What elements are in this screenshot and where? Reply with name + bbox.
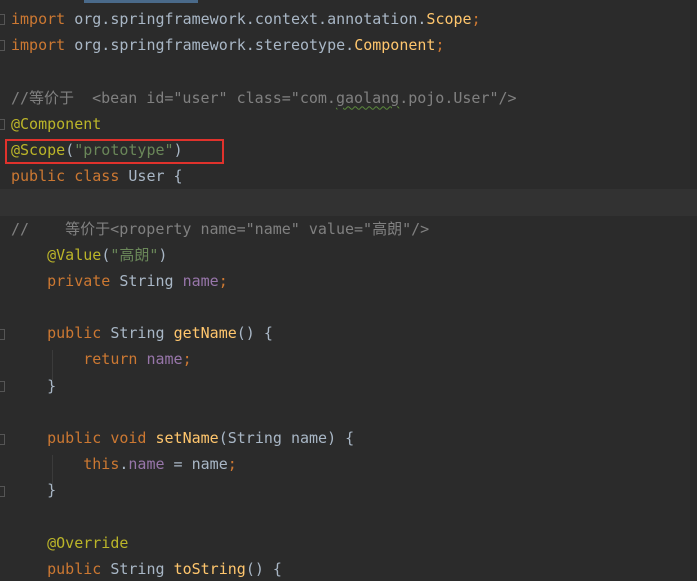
annotation-override: @Override <box>11 533 129 552</box>
method-params: () { <box>245 559 282 578</box>
code-line-22[interactable]: public String toString() { <box>0 556 697 581</box>
paren: ( <box>65 140 75 159</box>
code-line-6[interactable]: @Scope("prototype") <box>0 137 697 163</box>
field-name: name <box>128 455 165 474</box>
code-line-5[interactable]: @Component <box>0 111 697 137</box>
keyword: private <box>11 271 120 290</box>
field-name: name <box>146 350 183 369</box>
code-line-16[interactable] <box>0 399 697 425</box>
keyword: return <box>11 350 147 369</box>
code-line-15[interactable]: } <box>0 373 697 399</box>
comment: //等价于 <bean id="user" class="com. <box>11 88 336 107</box>
code-line-3[interactable] <box>0 58 697 84</box>
semicolon: ; <box>471 10 481 28</box>
keyword: public class <box>11 167 129 186</box>
code-line-17[interactable]: public void setName(String name) { <box>0 425 697 451</box>
method-name: toString <box>173 559 246 578</box>
annotation-component: @Component <box>11 114 102 133</box>
semicolon: ; <box>218 271 228 290</box>
code-editor[interactable]: import org.springframework.context.annot… <box>0 0 697 581</box>
string-literal: "高朗" <box>110 245 159 264</box>
code-line-7[interactable]: public class User { <box>0 163 697 189</box>
keyword: public <box>11 559 111 578</box>
code-line-13[interactable]: public String getName() { <box>0 320 697 346</box>
annotation-value: @Value <box>11 245 102 264</box>
keyword: this <box>11 455 120 474</box>
method-name: getName <box>173 324 237 343</box>
keyword: import <box>11 36 75 55</box>
comment: // 等价于<property name="name" value="高朗"/> <box>11 219 430 238</box>
class-name: Component <box>354 36 436 55</box>
type-name: String <box>119 271 183 290</box>
package-path: org.springframework.stereotype. <box>74 36 355 55</box>
package-path: org.springframework.context.annotation. <box>74 10 427 28</box>
code-line-10[interactable]: @Value("高朗") <box>0 242 697 268</box>
field-name: name <box>182 271 219 290</box>
code-line-20[interactable] <box>0 504 697 530</box>
method-params: (String name) { <box>218 429 355 447</box>
code-line-2[interactable]: import org.springframework.stereotype.Co… <box>0 32 697 58</box>
keyword: public <box>11 324 111 343</box>
code-line-11[interactable]: private String name; <box>0 268 697 294</box>
editor-tab-indicator <box>84 0 198 3</box>
code-line-12[interactable] <box>0 294 697 320</box>
comment-typo-word: gaolang <box>335 88 400 107</box>
code-line-8-current[interactable] <box>0 189 697 216</box>
type-name: String <box>110 559 174 578</box>
closing-brace: } <box>11 376 57 395</box>
code-line-21[interactable]: @Override <box>0 530 697 556</box>
keyword: import <box>11 10 75 28</box>
method-params: () { <box>236 324 273 343</box>
keyword: public void <box>11 429 156 447</box>
type-name: String <box>110 324 174 343</box>
paren: ( <box>101 245 111 264</box>
code-line-19[interactable]: } <box>0 477 697 503</box>
code-line-14[interactable]: return name; <box>0 346 697 372</box>
code-line-18[interactable]: this.name = name; <box>0 451 697 477</box>
annotation-scope: @Scope <box>11 140 66 159</box>
class-declaration: User { <box>128 167 183 186</box>
string-literal: "prototype" <box>74 140 174 159</box>
closing-brace: } <box>11 481 57 500</box>
semicolon: ; <box>227 455 237 474</box>
semicolon: ; <box>182 350 192 369</box>
paren: ) <box>158 245 168 264</box>
code-line-1[interactable]: import org.springframework.context.annot… <box>0 6 697 32</box>
comment: .pojo.User"/> <box>399 88 517 107</box>
code-line-9[interactable]: // 等价于<property name="name" value="高朗"/> <box>0 216 697 242</box>
method-name: setName <box>155 429 219 447</box>
code-lines[interactable]: import org.springframework.context.annot… <box>0 6 697 581</box>
code-line-4[interactable]: //等价于 <bean id="user" class="com.gaolang… <box>0 85 697 111</box>
paren: ) <box>173 140 183 159</box>
assignment: = name <box>164 455 228 474</box>
class-name: Scope <box>426 10 472 28</box>
semicolon: ; <box>435 36 445 55</box>
